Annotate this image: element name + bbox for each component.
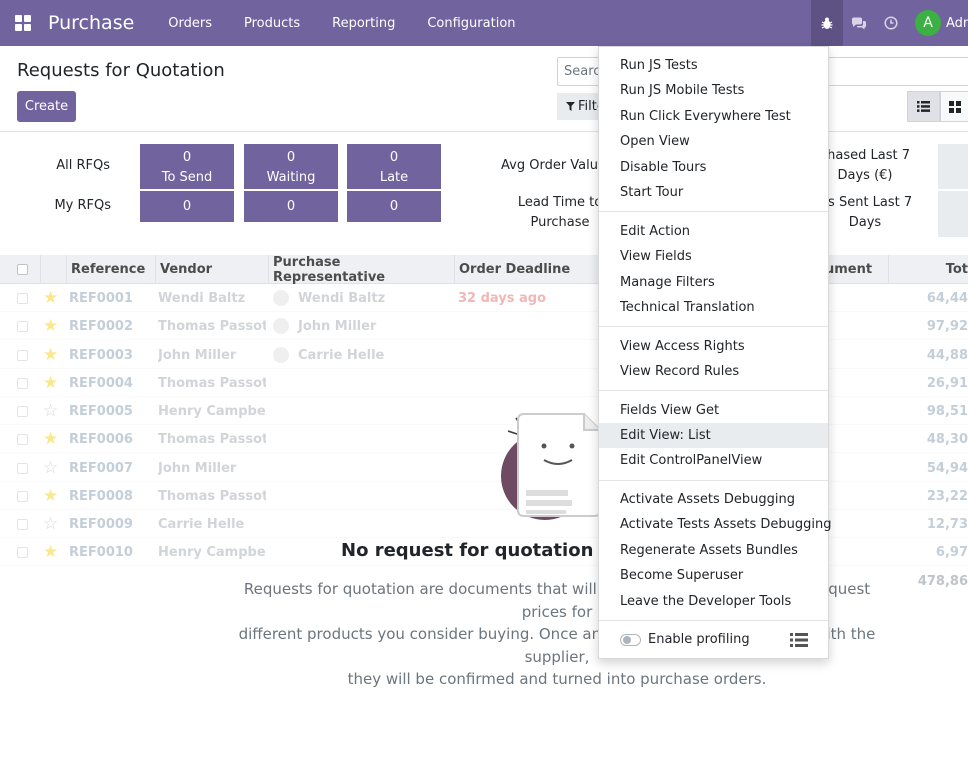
menu-divider	[599, 620, 828, 621]
list-icon	[790, 632, 808, 647]
chat-icon	[852, 17, 866, 29]
kpi-rfqs-sent-value	[938, 191, 968, 237]
tile-value: 0	[389, 150, 399, 165]
menu-divider	[599, 480, 828, 481]
empty-state-line3: they will be confirmed and turned into p…	[347, 670, 767, 688]
clock-icon	[884, 16, 898, 30]
menu-activate-tests-assets-debugging[interactable]: Activate Tests Assets Debugging	[599, 512, 831, 537]
user-avatar[interactable]: A	[915, 10, 941, 36]
header-source-document[interactable]: ument	[825, 255, 888, 284]
kpi-purchased-value	[938, 144, 968, 189]
kanban-view-button[interactable]	[940, 91, 968, 122]
list-view-button[interactable]	[907, 91, 940, 122]
tile-value: 0	[286, 150, 296, 165]
tile-waiting[interactable]: 0 Waiting	[244, 144, 338, 189]
menu-view-access-rights[interactable]: View Access Rights	[599, 334, 828, 359]
rfqs-sent-label-line1: Qs Sent Last 7	[817, 195, 913, 210]
bug-icon	[821, 17, 833, 29]
debug-button[interactable]	[811, 0, 843, 46]
avg-order-value-label: Avg Order Value	[501, 158, 606, 173]
menu-start-tour[interactable]: Start Tour	[599, 180, 828, 205]
grand-total: 478,86	[917, 574, 968, 589]
menu-orders[interactable]: Orders	[152, 0, 228, 46]
page-title: Requests for Quotation	[17, 60, 225, 81]
menu-open-view[interactable]: Open View	[599, 129, 828, 154]
lead-time-label-line2: Purchase	[530, 215, 590, 230]
menu-enable-profiling[interactable]: Enable profiling	[599, 627, 828, 652]
tile-value: 0	[182, 150, 192, 165]
profiling-list-button[interactable]	[790, 627, 808, 652]
menu-run-click-everywhere[interactable]: Run Click Everywhere Test	[599, 104, 828, 129]
menu-configuration[interactable]: Configuration	[411, 0, 531, 46]
header-favorite	[40, 255, 66, 284]
select-all-checkbox[interactable]	[17, 255, 28, 284]
app-title[interactable]: Purchase	[48, 12, 134, 34]
menu-products[interactable]: Products	[228, 0, 316, 46]
menu-activate-assets-debugging[interactable]: Activate Assets Debugging	[599, 487, 828, 512]
header-vendor[interactable]: Vendor	[155, 255, 268, 284]
profiling-label: Enable profiling	[648, 632, 750, 647]
tile-to-send[interactable]: 0 To Send	[140, 144, 234, 189]
profiling-toggle[interactable]	[620, 633, 641, 646]
my-rfqs-label: My RFQs	[54, 198, 111, 213]
menu-divider	[599, 390, 828, 391]
menu-run-js-tests[interactable]: Run JS Tests	[599, 53, 828, 78]
menu-disable-tours[interactable]: Disable Tours	[599, 155, 828, 180]
apps-menu-button[interactable]	[0, 0, 46, 46]
lead-time-label: Lead Time to Purchase	[515, 193, 605, 233]
tile-my-late[interactable]: 0	[347, 191, 441, 222]
tile-label: Late	[379, 170, 409, 185]
menu-view-fields[interactable]: View Fields	[599, 244, 828, 269]
menu-become-superuser[interactable]: Become Superuser	[599, 563, 828, 588]
menu-divider	[599, 211, 828, 212]
menu-run-js-mobile-tests[interactable]: Run JS Mobile Tests	[599, 78, 828, 103]
header-total[interactable]: Tot	[888, 255, 968, 284]
purchased-label-line2: Days (€)	[837, 168, 893, 183]
tile-label: To Send	[161, 170, 213, 185]
tile-late[interactable]: 0 Late	[347, 144, 441, 189]
rfqs-sent-label-line2: Days	[848, 215, 882, 230]
create-button[interactable]: Create	[17, 91, 76, 122]
menu-divider	[599, 326, 828, 327]
purchased-last-7-label: chased Last 7 Days (€)	[815, 146, 915, 186]
empty-folder-illustration	[501, 412, 601, 520]
menu-edit-action[interactable]: Edit Action	[599, 219, 828, 244]
header-reference[interactable]: Reference	[66, 255, 155, 284]
menu-edit-view-list[interactable]: Edit View: List	[599, 423, 828, 448]
menu-view-record-rules[interactable]: View Record Rules	[599, 359, 828, 384]
tile-label: Waiting	[266, 170, 316, 185]
header-deadline[interactable]: Order Deadline	[454, 255, 598, 284]
menu-fields-view-get[interactable]: Fields View Get	[599, 398, 828, 423]
lead-time-label-line1: Lead Time to	[517, 195, 603, 210]
header-representative[interactable]: Purchase Representative	[268, 255, 454, 285]
menu-leave-developer-tools[interactable]: Leave the Developer Tools	[599, 589, 828, 614]
kanban-icon	[949, 100, 961, 113]
menu-manage-filters[interactable]: Manage Filters	[599, 270, 828, 295]
menu-edit-controlpanelview[interactable]: Edit ControlPanelView	[599, 448, 828, 473]
grid-icon	[15, 15, 31, 31]
tile-my-waiting[interactable]: 0	[244, 191, 338, 222]
activity-button[interactable]	[875, 0, 907, 46]
filter-icon	[566, 102, 575, 111]
menu-technical-translation[interactable]: Technical Translation	[599, 295, 828, 320]
all-rfqs-label: All RFQs	[56, 158, 110, 173]
debug-dropdown-menu: Run JS Tests Run JS Mobile Tests Run Cli…	[598, 46, 831, 659]
list-icon	[917, 101, 930, 112]
messaging-button[interactable]	[843, 0, 875, 46]
menu-regenerate-assets-bundles[interactable]: Regenerate Assets Bundles	[599, 538, 828, 563]
rfqs-sent-last-7-label: Qs Sent Last 7 Days	[815, 193, 915, 233]
menu-reporting[interactable]: Reporting	[316, 0, 411, 46]
user-name[interactable]: Administrator	[946, 16, 968, 31]
top-navbar: Purchase Orders Products Reporting Confi…	[0, 0, 968, 46]
purchased-label-line1: chased Last 7	[820, 148, 910, 163]
tile-my-to-send[interactable]: 0	[140, 191, 234, 222]
